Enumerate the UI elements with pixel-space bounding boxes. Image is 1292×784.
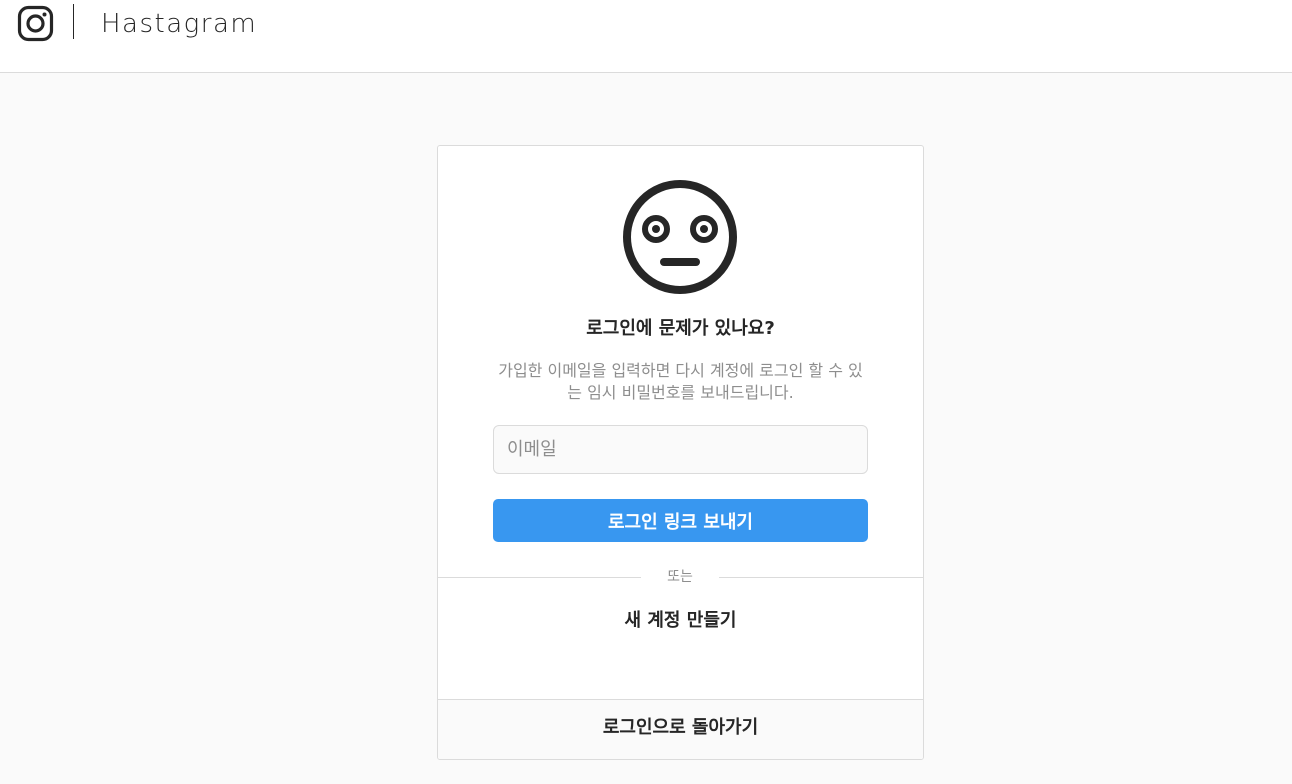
send-login-link-button[interactable]: 로그인 링크 보내기 [493,499,868,542]
divider-text: 또는 [667,569,693,585]
flushed-face-icon [623,180,737,294]
brand-name[interactable]: Hastagram [101,6,257,42]
divider-line-left [438,577,641,578]
or-divider: 또는 [438,566,923,588]
top-navbar: Hastagram [0,0,1292,73]
logo-divider [73,4,74,39]
email-input[interactable] [493,425,868,474]
divider-line-right [719,577,923,578]
page-title: 로그인에 문제가 있나요? [586,318,775,339]
instruction-text: 가입한 이메일을 입력하면 다시 계정에 로그인 할 수 있는 임시 비밀번호를… [498,361,863,402]
create-account-link[interactable]: 새 계정 만들기 [438,608,923,634]
camera-icon[interactable] [17,5,54,42]
reset-password-card: 로그인에 문제가 있나요? 가입한 이메일을 입력하면 다시 계정에 로그인 할… [437,145,924,760]
back-to-login-button[interactable]: 로그인으로 돌아가기 [438,699,923,759]
